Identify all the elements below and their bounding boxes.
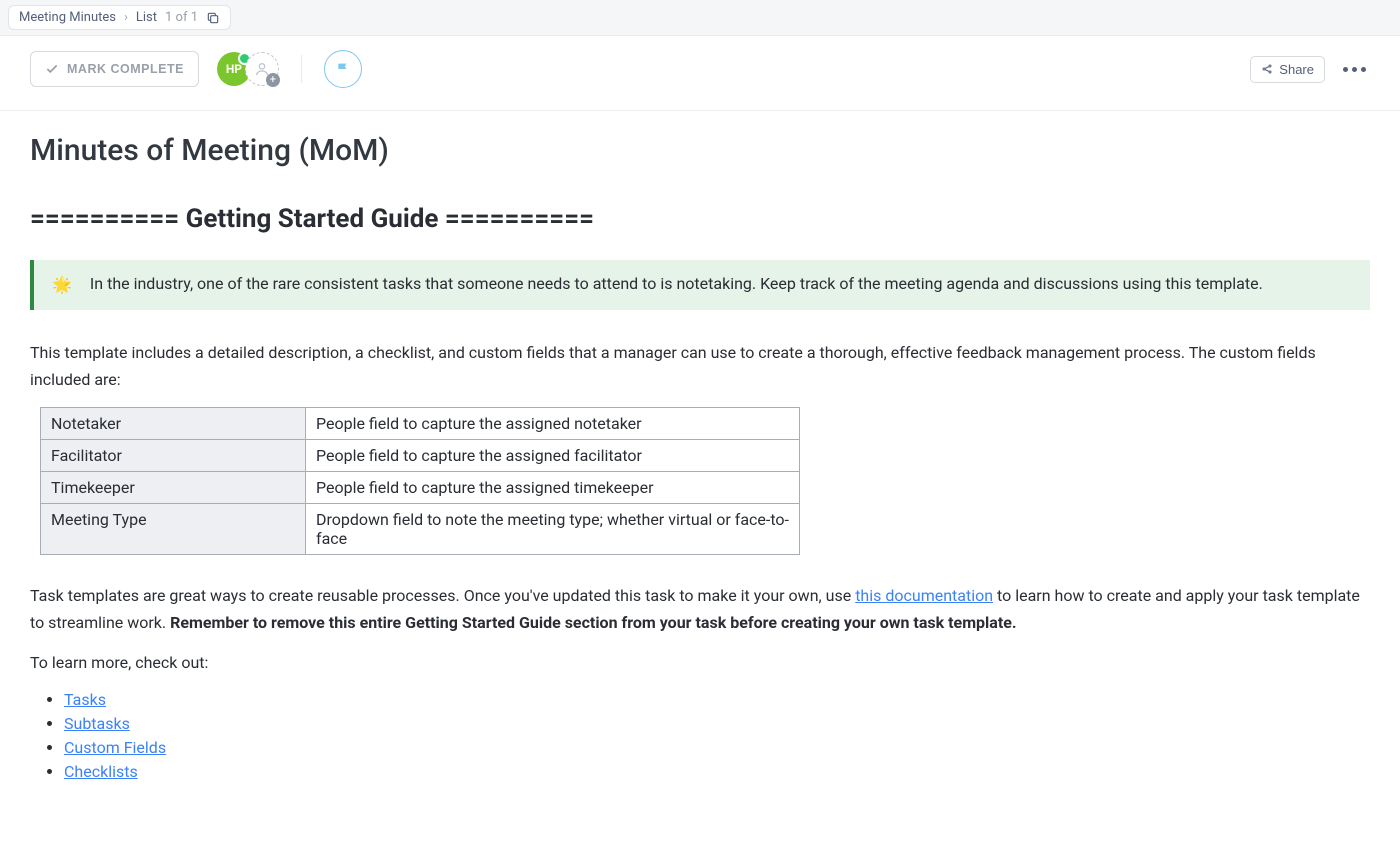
field-name[interactable]: Facilitator [41,440,306,472]
field-desc[interactable]: People field to capture the assigned fac… [306,440,800,472]
document-body: Minutes of Meeting (MoM) ========== Gett… [0,111,1400,826]
list-item: Tasks [64,690,1370,709]
field-name[interactable]: Notetaker [41,408,306,440]
learn-intro[interactable]: To learn more, check out: [30,650,1370,676]
plus-icon: + [266,73,280,87]
para2-a: Task templates are great ways to create … [30,586,855,605]
share-button[interactable]: Share [1250,56,1325,83]
priority-flag-button[interactable] [324,50,362,88]
breadcrumb[interactable]: Meeting Minutes › List 1 of 1 [8,5,231,30]
breadcrumb-child[interactable]: List [136,10,157,25]
star-icon: 🌟 [52,274,72,296]
list-item: Subtasks [64,714,1370,733]
mark-complete-label: MARK COMPLETE [67,62,184,76]
chevron-right-icon: › [124,10,128,25]
add-assignee-button[interactable]: + [245,52,279,86]
callout-text: In the industry, one of the rare consist… [90,274,1263,293]
list-item: Checklists [64,762,1370,781]
field-desc[interactable]: People field to capture the assigned tim… [306,472,800,504]
table-row: Notetaker People field to capture the as… [41,408,800,440]
learn-link-checklists[interactable]: Checklists [64,762,138,781]
table-row: Meeting Type Dropdown field to note the … [41,504,800,555]
field-name[interactable]: Timekeeper [41,472,306,504]
task-toolbar: MARK COMPLETE HP + Share [0,36,1400,111]
learn-link-subtasks[interactable]: Subtasks [64,714,130,733]
list-item: Custom Fields [64,738,1370,757]
table-row: Timekeeper People field to capture the a… [41,472,800,504]
learn-list: Tasks Subtasks Custom Fields Checklists [30,690,1370,781]
table-row: Facilitator People field to capture the … [41,440,800,472]
copy-link-icon[interactable] [206,11,220,25]
learn-link-custom-fields[interactable]: Custom Fields [64,738,166,757]
avatar-initials: HP [226,62,242,76]
fields-table[interactable]: Notetaker People field to capture the as… [40,407,800,555]
para2-bold: Remember to remove this entire Getting S… [170,613,1016,632]
field-name[interactable]: Meeting Type [41,504,306,555]
assignees: HP + [217,52,279,86]
more-menu-button[interactable] [1339,63,1370,76]
template-paragraph[interactable]: Task templates are great ways to create … [30,583,1370,636]
share-label: Share [1279,62,1314,77]
breadcrumb-count: 1 of 1 [165,10,198,25]
section-heading[interactable]: ========== Getting Started Guide =======… [30,204,1370,234]
field-desc[interactable]: Dropdown field to note the meeting type;… [306,504,800,555]
mark-complete-button[interactable]: MARK COMPLETE [30,51,199,87]
page-title[interactable]: Minutes of Meeting (MoM) [30,133,1370,168]
documentation-link[interactable]: this documentation [855,586,993,605]
learn-link-tasks[interactable]: Tasks [64,690,106,709]
callout-box[interactable]: 🌟 In the industry, one of the rare consi… [30,260,1370,310]
breadcrumb-parent[interactable]: Meeting Minutes [19,10,116,25]
separator [301,55,302,83]
field-desc[interactable]: People field to capture the assigned not… [306,408,800,440]
intro-paragraph[interactable]: This template includes a detailed descri… [30,340,1370,393]
top-bar: Meeting Minutes › List 1 of 1 [0,0,1400,36]
